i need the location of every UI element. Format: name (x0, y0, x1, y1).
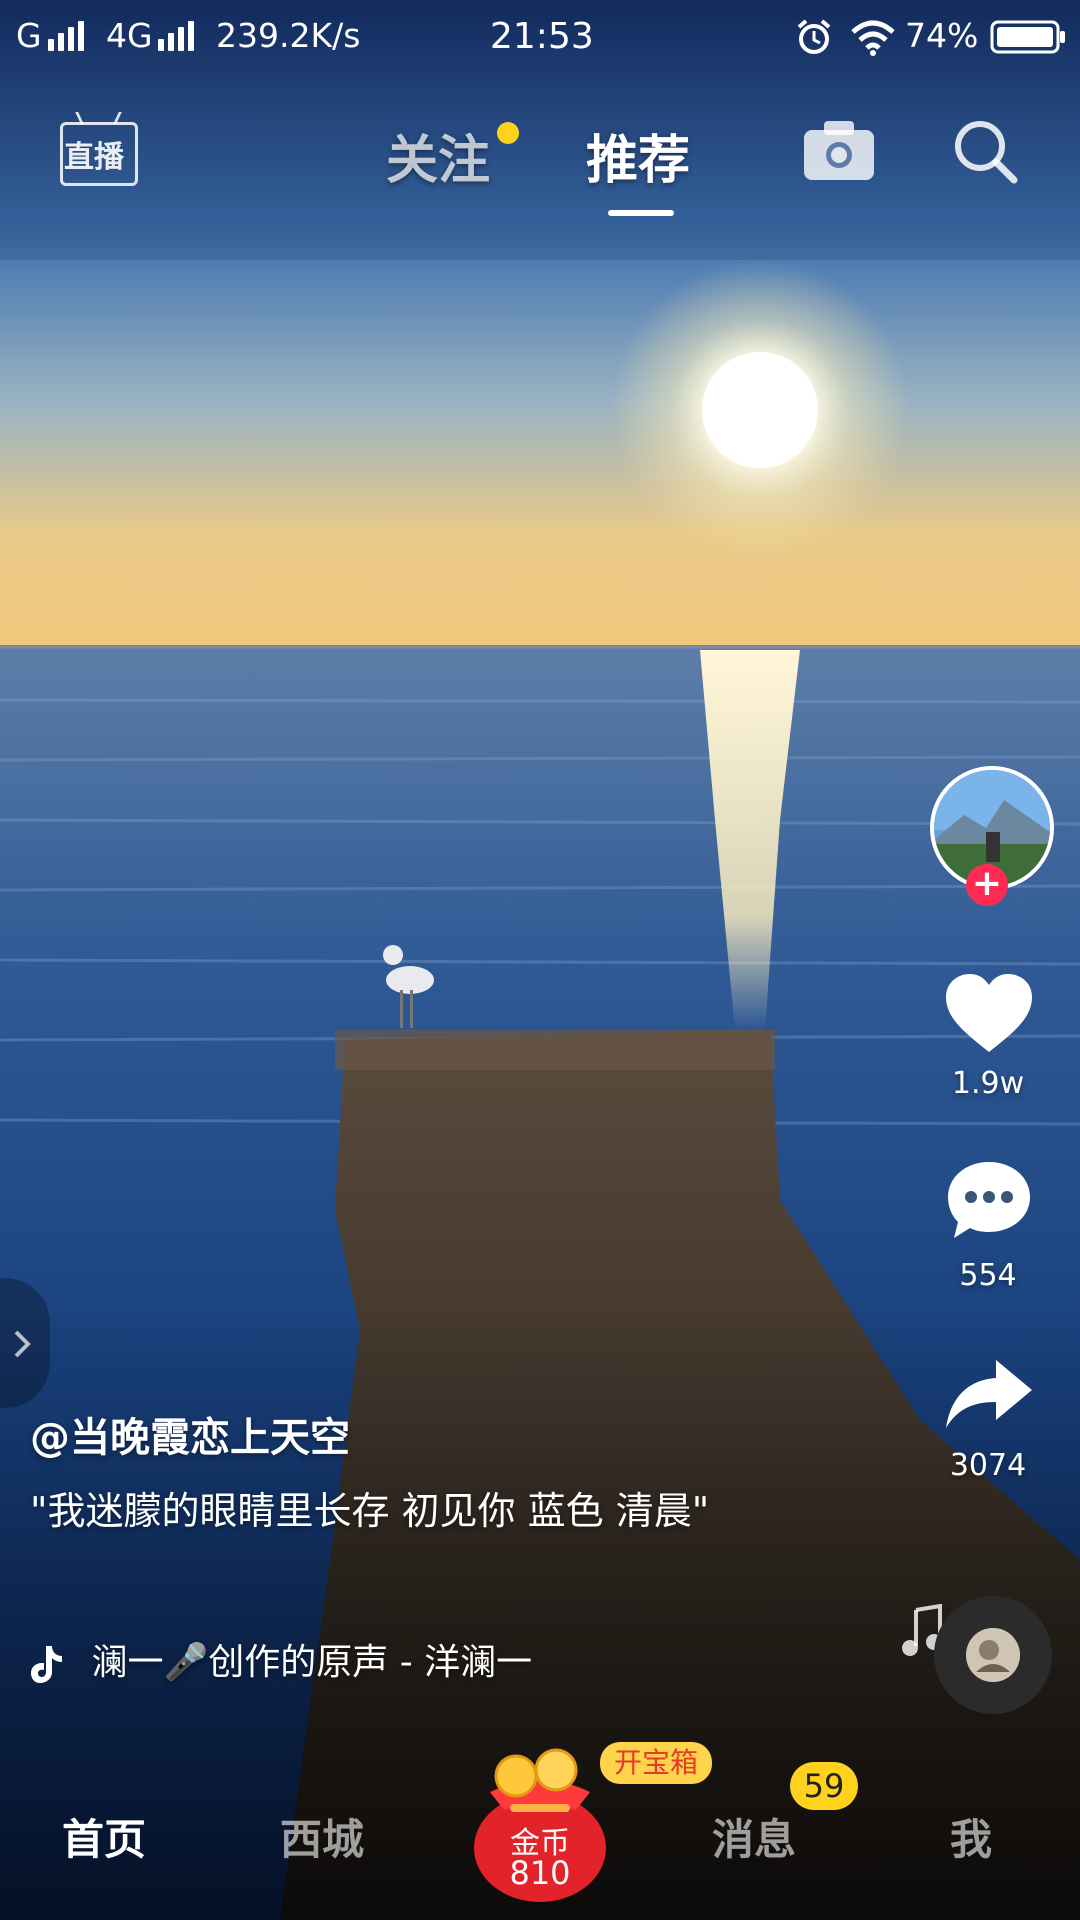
carrier-label-1: G (16, 16, 42, 55)
music-row[interactable]: 澜一🎤创作的原声 - 洋澜一 (30, 1633, 532, 1685)
clock: 21:53 (490, 16, 594, 57)
camera-icon[interactable] (802, 118, 876, 182)
coin-count: 810 (509, 1854, 571, 1892)
signal-icon (158, 20, 198, 59)
live-button[interactable]: 直播 (60, 112, 138, 188)
comment-count: 554 (959, 1258, 1017, 1293)
share-count: 3074 (949, 1448, 1027, 1483)
nav-me[interactable]: 我 (950, 1806, 992, 1867)
heart-icon[interactable] (944, 972, 1034, 1054)
tiktok-note-icon (31, 1646, 62, 1683)
battery-icon (990, 20, 1065, 54)
like-count: 1.9w (951, 1066, 1025, 1101)
author-name[interactable]: @当晚霞恋上天空 (30, 1405, 350, 1463)
nav-messages[interactable]: 消息 (712, 1806, 796, 1867)
chevron-right-icon (14, 1330, 31, 1358)
coin-bag-button[interactable]: 金币 810 (470, 1748, 610, 1902)
follow-author-button[interactable]: + (966, 864, 1008, 906)
share-icon[interactable] (944, 1356, 1034, 1432)
message-badge: 59 (790, 1762, 858, 1810)
live-label: 直播 (64, 140, 124, 175)
video-caption: "我迷朦的眼睛里长存 初见你 蓝色 清晨" (30, 1489, 710, 1533)
nav-home[interactable]: 首页 (62, 1806, 146, 1867)
treasure-box-button[interactable]: 开宝箱 (600, 1742, 713, 1784)
tab-follow[interactable]: 关注 (386, 118, 490, 193)
music-title: 澜一🎤创作的原声 - 洋澜一 (91, 1642, 533, 1683)
alarm-icon (797, 19, 831, 54)
nav-city[interactable]: 西城 (280, 1806, 364, 1867)
status-bar: G 4G 239.2K/s 21:53 74% (0, 0, 1080, 75)
battery-percent: 74% (905, 16, 979, 55)
carrier-label-2: 4G (106, 16, 153, 55)
wifi-icon (851, 20, 895, 56)
follow-new-dot (497, 122, 519, 144)
active-tab-indicator (608, 210, 674, 216)
music-disc[interactable] (934, 1596, 1052, 1714)
search-icon[interactable] (952, 118, 1020, 186)
tab-recommend[interactable]: 推荐 (586, 118, 690, 193)
comment-icon[interactable] (944, 1158, 1034, 1244)
signal-icon (48, 20, 88, 59)
network-speed: 239.2K/s (216, 16, 361, 55)
